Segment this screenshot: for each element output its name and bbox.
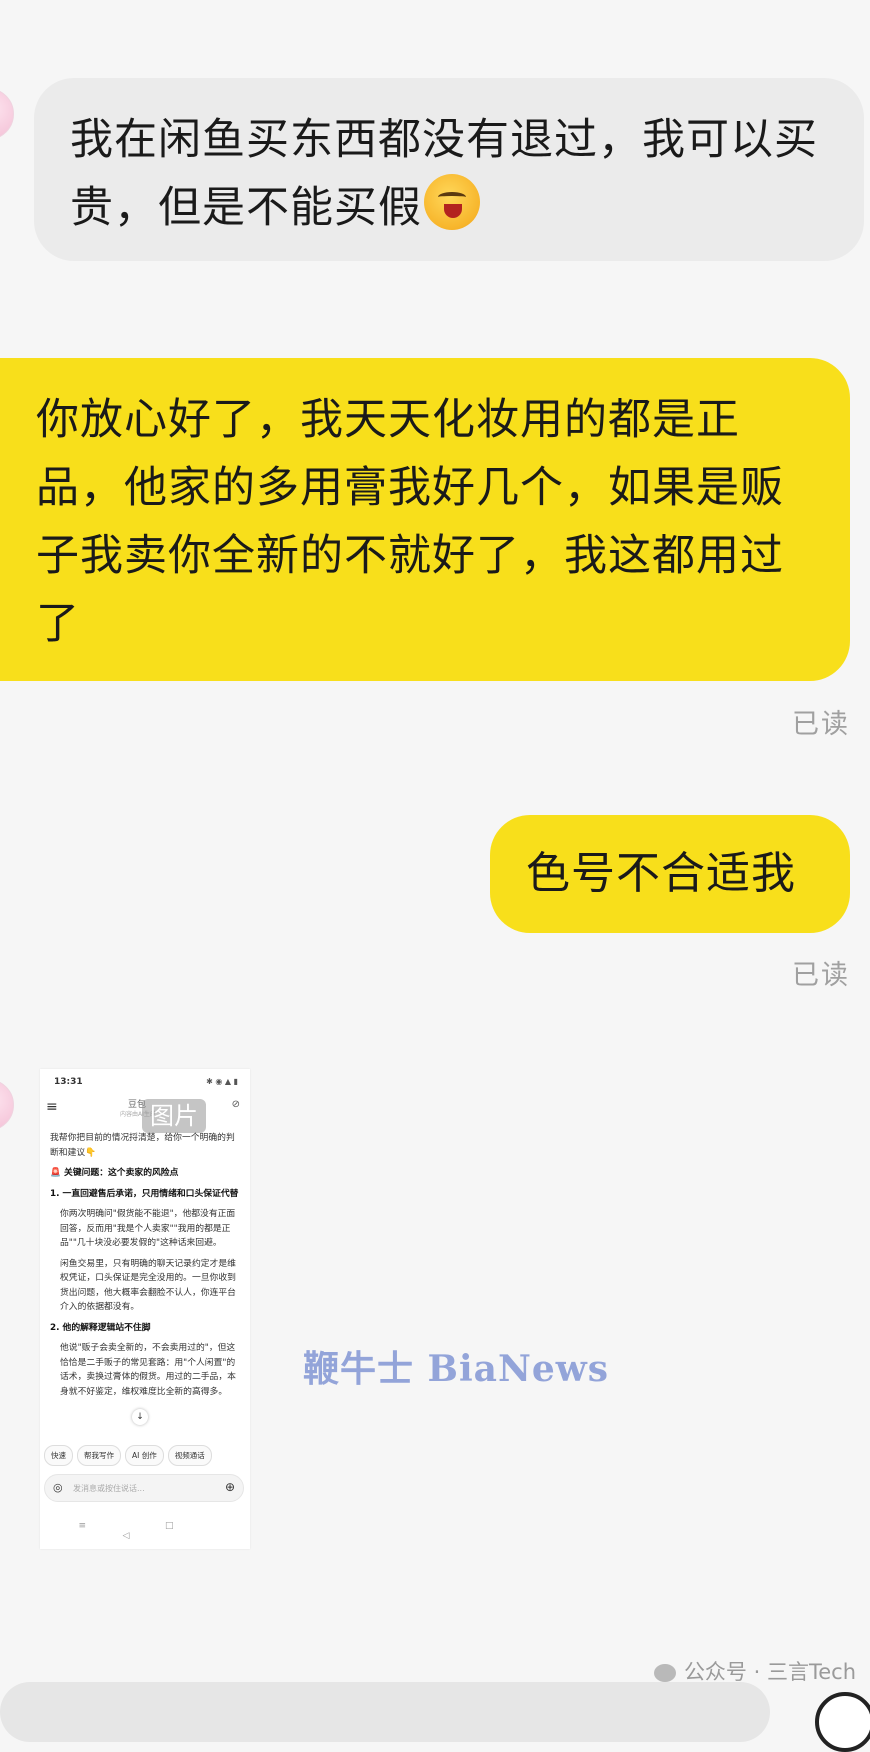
status-icons: ✱ ◉ ▲ ▮ [206, 1077, 238, 1086]
ai-intro: 我帮你把目前的情况捋清楚，给你一个明确的判断和建议👇 [50, 1133, 235, 1158]
ai-section-heading: 🚨 关键问题：这个卖家的风险点 [50, 1168, 179, 1178]
outgoing-message-text: 你放心好了，我天天化妆用的都是正品，他家的多用膏我好几个，如果是贩子我卖你全新的… [36, 395, 784, 649]
menu-icon: ≡ [46, 1099, 58, 1115]
quick-action-chips: 快速 帮我写作 AI 创作 视频通话 [44, 1445, 250, 1466]
ai-point-title: 2. 他的解释逻辑站不住脚 [50, 1322, 151, 1333]
image-message-screenshot[interactable]: 13:31 ✱ ◉ ▲ ▮ ≡ 豆包 内容由AI生成 ⊘ 图片 我帮你把目前的情… [40, 1069, 250, 1549]
seller-avatar[interactable] [0, 88, 14, 140]
chip: 快速 [44, 1445, 73, 1466]
chip: 视频通话 [167, 1445, 212, 1466]
mute-icon: ⊘ [231, 1099, 240, 1110]
image-tag: 图片 [142, 1099, 206, 1133]
ai-reply-body: 我帮你把目前的情况捋清楚，给你一个明确的判断和建议👇 🚨 关键问题：这个卖家的风… [50, 1131, 240, 1405]
watermark: 鞭牛士 BiaNews [303, 1348, 610, 1390]
read-status: 已读 [792, 709, 850, 740]
seller-avatar[interactable] [0, 1079, 14, 1131]
ai-point-text: 你两次明确问"假货能不能退"，他都没有正面回答，反而用"我是个人卖家""我用的都… [60, 1209, 236, 1248]
nav-bar-icons: ≡ □ ◁ [78, 1521, 212, 1541]
incoming-message-bubble[interactable]: 我在闲鱼买东西都没有退过，我可以买贵，但是不能买假 [34, 78, 864, 261]
scroll-down-icon: ↓ [132, 1409, 148, 1425]
outgoing-message-text: 色号不合适我 [526, 848, 796, 899]
add-icon: ⊕ [224, 1480, 235, 1494]
ai-point-text: 他说"贩子会卖全新的，不会卖用过的"，但这恰恰是二手贩子的常见套路：用"个人闲置… [60, 1343, 236, 1397]
chip: AI 创作 [125, 1445, 164, 1466]
message-input-bar: ◎ 发消息或按住说话... ⊕ [44, 1474, 244, 1502]
ai-point-title: 1. 一直回避售后承诺，只用情绪和口头保证代替 [50, 1188, 239, 1199]
ai-point-text: 闲鱼交易里，只有明确的聊天记录约定才是维权凭证，口头保证是完全没用的。一旦你收到… [60, 1258, 236, 1313]
wechat-icon [653, 1664, 676, 1682]
camera-icon: ◎ [53, 1481, 63, 1494]
floating-button[interactable] [815, 1692, 870, 1752]
status-time: 13:31 [54, 1077, 83, 1087]
outgoing-message-bubble[interactable]: 你放心好了，我天天化妆用的都是正品，他家的多用膏我好几个，如果是贩子我卖你全新的… [0, 358, 850, 681]
outgoing-message-bubble[interactable]: 色号不合适我 [490, 815, 850, 933]
source-text: 公众号 · 三言Tech [683, 1660, 856, 1684]
read-status: 已读 [792, 960, 850, 991]
next-message-bubble[interactable] [0, 1682, 770, 1742]
input-placeholder: 发消息或按住说话... [73, 1484, 145, 1493]
chip: 帮我写作 [77, 1445, 121, 1466]
crying-laughing-emoji-icon [424, 174, 480, 230]
